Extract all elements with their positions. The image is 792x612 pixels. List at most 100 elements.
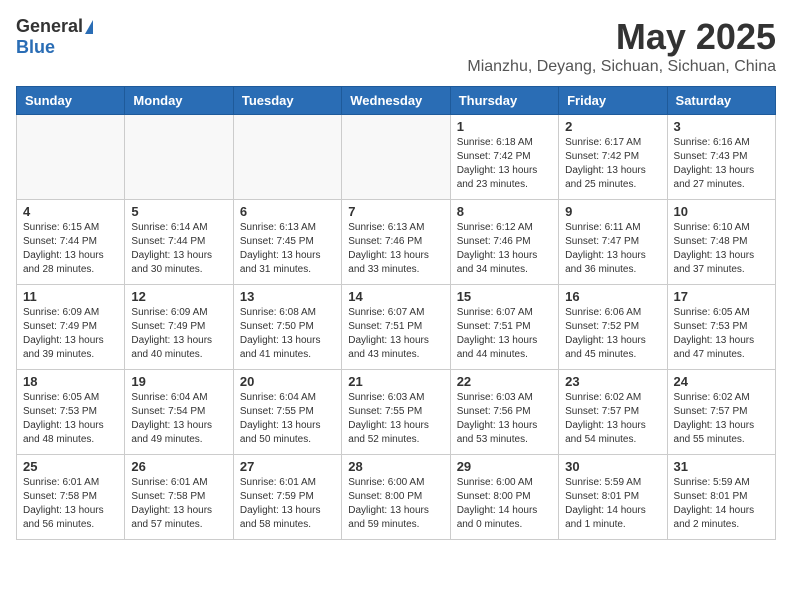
- day-number: 30: [565, 459, 660, 474]
- day-info: Sunrise: 6:07 AM Sunset: 7:51 PM Dayligh…: [348, 306, 443, 362]
- weekday-header-wednesday: Wednesday: [342, 87, 450, 115]
- day-number: 22: [457, 374, 552, 389]
- day-number: 2: [565, 119, 660, 134]
- day-cell: 17 Sunrise: 6:05 AM Sunset: 7:53 PM Dayli…: [667, 285, 775, 370]
- day-cell: 20Sunrise: 6:04 AM Sunset: 7:55 PM Dayli…: [233, 370, 341, 455]
- weekday-header-saturday: Saturday: [667, 87, 775, 115]
- day-info: Sunrise: 6:09 AM Sunset: 7:49 PM Dayligh…: [131, 306, 226, 362]
- day-number: 13: [240, 289, 335, 304]
- day-cell: 26 Sunrise: 6:01 AM Sunset: 7:58 PM Dayli…: [125, 455, 233, 540]
- day-info: Sunrise: 6:07 AM Sunset: 7:51 PM Dayligh…: [457, 306, 552, 362]
- day-info: Sunrise: 6:00 AM Sunset: 8:00 PM Dayligh…: [348, 476, 443, 532]
- day-cell: [233, 115, 341, 200]
- day-info: Sunrise: 6:18 AM Sunset: 7:42 PM Dayligh…: [457, 136, 552, 192]
- week-row-4: 18 Sunrise: 6:05 AM Sunset: 7:53 PM Dayli…: [17, 370, 776, 455]
- day-info: Sunrise: 6:13 AM Sunset: 7:46 PM Dayligh…: [348, 221, 443, 277]
- day-info: Sunrise: 6:00 AM Sunset: 8:00 PM Dayligh…: [457, 476, 552, 532]
- day-number: 29: [457, 459, 552, 474]
- day-cell: 18 Sunrise: 6:05 AM Sunset: 7:53 PM Dayli…: [17, 370, 125, 455]
- day-cell: 13 Sunrise: 6:08 AM Sunset: 7:50 PM Dayli…: [233, 285, 341, 370]
- day-cell: 19Sunrise: 6:04 AM Sunset: 7:54 PM Dayli…: [125, 370, 233, 455]
- day-cell: 27 Sunrise: 6:01 AM Sunset: 7:59 PM Dayli…: [233, 455, 341, 540]
- day-number: 18: [23, 374, 118, 389]
- day-cell: 3 Sunrise: 6:16 AM Sunset: 7:43 PM Daylig…: [667, 115, 775, 200]
- day-info: Sunrise: 6:15 AM Sunset: 7:44 PM Dayligh…: [23, 221, 118, 277]
- day-number: 31: [674, 459, 769, 474]
- day-number: 25: [23, 459, 118, 474]
- day-number: 7: [348, 204, 443, 219]
- day-cell: [342, 115, 450, 200]
- day-cell: [125, 115, 233, 200]
- day-cell: 16Sunrise: 6:06 AM Sunset: 7:52 PM Dayli…: [559, 285, 667, 370]
- week-row-5: 25 Sunrise: 6:01 AM Sunset: 7:58 PM Dayli…: [17, 455, 776, 540]
- day-info: Sunrise: 6:04 AM Sunset: 7:54 PM Dayligh…: [131, 391, 226, 447]
- day-cell: 22 Sunrise: 6:03 AM Sunset: 7:56 PM Dayli…: [450, 370, 558, 455]
- day-info: Sunrise: 6:17 AM Sunset: 7:42 PM Dayligh…: [565, 136, 660, 192]
- day-info: Sunrise: 5:59 AM Sunset: 8:01 PM Dayligh…: [674, 476, 769, 532]
- day-number: 21: [348, 374, 443, 389]
- day-info: Sunrise: 6:02 AM Sunset: 7:57 PM Dayligh…: [674, 391, 769, 447]
- day-info: Sunrise: 6:04 AM Sunset: 7:55 PM Dayligh…: [240, 391, 335, 447]
- day-info: Sunrise: 6:01 AM Sunset: 7:58 PM Dayligh…: [131, 476, 226, 532]
- day-number: 4: [23, 204, 118, 219]
- weekday-header-row: SundayMondayTuesdayWednesdayThursdayFrid…: [17, 87, 776, 115]
- day-number: 26: [131, 459, 226, 474]
- day-number: 12: [131, 289, 226, 304]
- day-cell: 10 Sunrise: 6:10 AM Sunset: 7:48 PM Dayli…: [667, 200, 775, 285]
- day-number: 14: [348, 289, 443, 304]
- day-cell: 29 Sunrise: 6:00 AM Sunset: 8:00 PM Dayli…: [450, 455, 558, 540]
- day-number: 9: [565, 204, 660, 219]
- day-number: 1: [457, 119, 552, 134]
- day-info: Sunrise: 5:59 AM Sunset: 8:01 PM Dayligh…: [565, 476, 660, 532]
- day-number: 11: [23, 289, 118, 304]
- day-cell: 23 Sunrise: 6:02 AM Sunset: 7:57 PM Dayli…: [559, 370, 667, 455]
- day-info: Sunrise: 6:01 AM Sunset: 7:59 PM Dayligh…: [240, 476, 335, 532]
- day-number: 23: [565, 374, 660, 389]
- weekday-header-tuesday: Tuesday: [233, 87, 341, 115]
- day-number: 27: [240, 459, 335, 474]
- day-info: Sunrise: 6:05 AM Sunset: 7:53 PM Dayligh…: [23, 391, 118, 447]
- day-info: Sunrise: 6:05 AM Sunset: 7:53 PM Dayligh…: [674, 306, 769, 362]
- header: General Blue May 2025 Mianzhu, Deyang, S…: [16, 16, 776, 76]
- day-cell: 14 Sunrise: 6:07 AM Sunset: 7:51 PM Dayli…: [342, 285, 450, 370]
- title-area: May 2025 Mianzhu, Deyang, Sichuan, Sichu…: [467, 16, 776, 76]
- logo-triangle-icon: [85, 20, 93, 34]
- day-info: Sunrise: 6:01 AM Sunset: 7:58 PM Dayligh…: [23, 476, 118, 532]
- day-cell: 6Sunrise: 6:13 AM Sunset: 7:45 PM Daylig…: [233, 200, 341, 285]
- day-cell: 8Sunrise: 6:12 AM Sunset: 7:46 PM Daylig…: [450, 200, 558, 285]
- day-info: Sunrise: 6:10 AM Sunset: 7:48 PM Dayligh…: [674, 221, 769, 277]
- day-cell: 11Sunrise: 6:09 AM Sunset: 7:49 PM Dayli…: [17, 285, 125, 370]
- day-info: Sunrise: 6:02 AM Sunset: 7:57 PM Dayligh…: [565, 391, 660, 447]
- week-row-3: 11 Sunrise: 6:09 AM Sunset: 7:49 PM Dayli…: [17, 285, 776, 370]
- day-info: Sunrise: 6:13 AM Sunset: 7:45 PM Dayligh…: [240, 221, 335, 277]
- week-row-1: 1 Sunrise: 6:18 AM Sunset: 7:42 PM Daylig…: [17, 115, 776, 200]
- week-row-2: 4 Sunrise: 6:15 AM Sunset: 7:44 PM Daylig…: [17, 200, 776, 285]
- day-cell: 4 Sunrise: 6:15 AM Sunset: 7:44 PM Daylig…: [17, 200, 125, 285]
- day-cell: 2 Sunrise: 6:17 AM Sunset: 7:42 PM Daylig…: [559, 115, 667, 200]
- day-cell: 15 Sunrise: 6:07 AM Sunset: 7:51 PM Dayli…: [450, 285, 558, 370]
- day-number: 24: [674, 374, 769, 389]
- day-number: 10: [674, 204, 769, 219]
- day-info: Sunrise: 6:03 AM Sunset: 7:56 PM Dayligh…: [457, 391, 552, 447]
- day-number: 17: [674, 289, 769, 304]
- day-number: 3: [674, 119, 769, 134]
- day-cell: 25 Sunrise: 6:01 AM Sunset: 7:58 PM Dayli…: [17, 455, 125, 540]
- weekday-header-friday: Friday: [559, 87, 667, 115]
- day-info: Sunrise: 6:08 AM Sunset: 7:50 PM Dayligh…: [240, 306, 335, 362]
- day-info: Sunrise: 6:06 AM Sunset: 7:52 PM Dayligh…: [565, 306, 660, 362]
- day-cell: 5Sunrise: 6:14 AM Sunset: 7:44 PM Daylig…: [125, 200, 233, 285]
- day-cell: [17, 115, 125, 200]
- calendar-table: SundayMondayTuesdayWednesdayThursdayFrid…: [16, 86, 776, 540]
- day-number: 28: [348, 459, 443, 474]
- day-cell: 30 Sunrise: 5:59 AM Sunset: 8:01 PM Dayli…: [559, 455, 667, 540]
- weekday-header-sunday: Sunday: [17, 87, 125, 115]
- day-cell: 7 Sunrise: 6:13 AM Sunset: 7:46 PM Daylig…: [342, 200, 450, 285]
- day-info: Sunrise: 6:03 AM Sunset: 7:55 PM Dayligh…: [348, 391, 443, 447]
- logo: General Blue: [16, 16, 93, 58]
- day-cell: 1 Sunrise: 6:18 AM Sunset: 7:42 PM Daylig…: [450, 115, 558, 200]
- day-number: 15: [457, 289, 552, 304]
- day-cell: 9Sunrise: 6:11 AM Sunset: 7:47 PM Daylig…: [559, 200, 667, 285]
- day-info: Sunrise: 6:12 AM Sunset: 7:46 PM Dayligh…: [457, 221, 552, 277]
- day-info: Sunrise: 6:16 AM Sunset: 7:43 PM Dayligh…: [674, 136, 769, 192]
- day-cell: 24 Sunrise: 6:02 AM Sunset: 7:57 PM Dayli…: [667, 370, 775, 455]
